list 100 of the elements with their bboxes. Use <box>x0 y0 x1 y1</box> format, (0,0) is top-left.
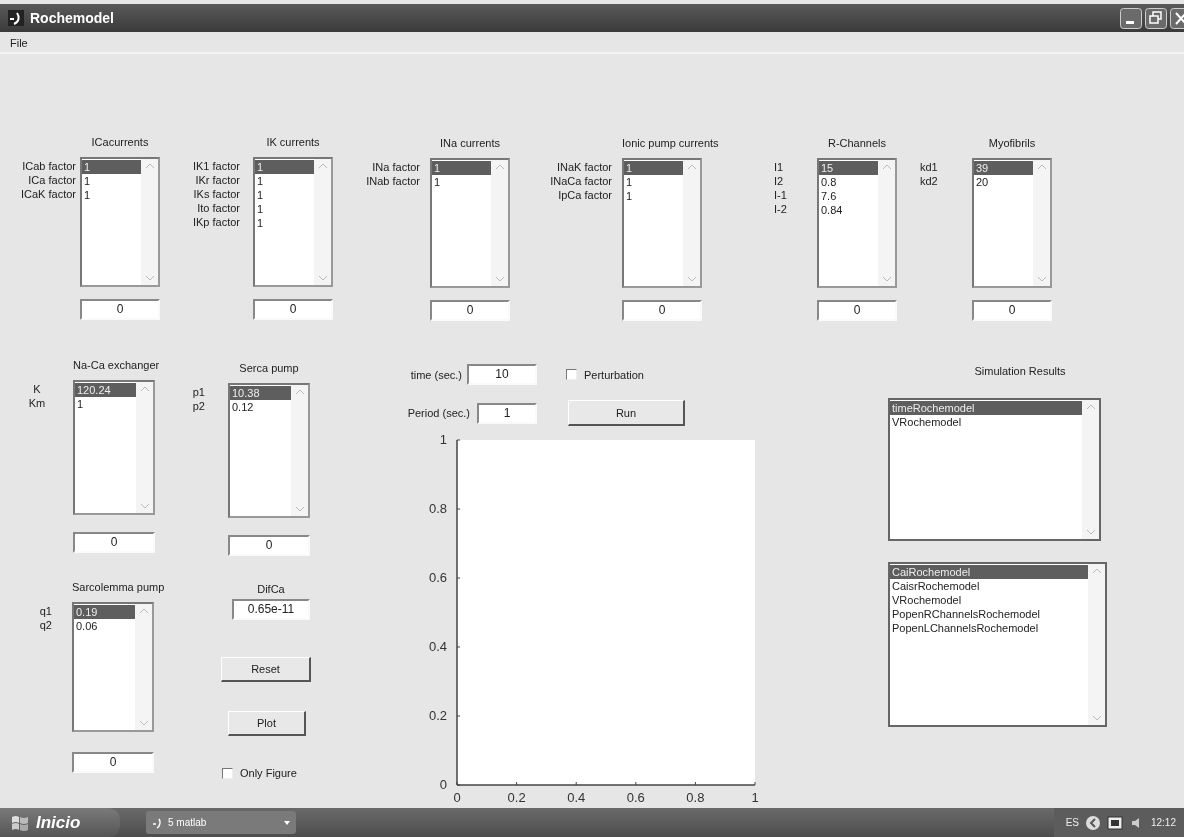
list-box[interactable]: 1 1 1 <box>80 157 160 287</box>
input-field[interactable]: 0 <box>80 299 160 320</box>
list-item[interactable]: 1 <box>624 175 683 189</box>
scrollbar[interactable] <box>1082 400 1099 539</box>
list-item[interactable]: 1 <box>255 174 314 188</box>
list-item[interactable]: 1 <box>82 174 141 188</box>
up-caret-icon[interactable] <box>686 164 697 170</box>
list-box[interactable]: 39 20 <box>972 158 1052 288</box>
reset-button[interactable]: Reset <box>221 657 311 682</box>
down-caret-icon[interactable] <box>1091 715 1102 721</box>
minimize-icon[interactable] <box>1120 7 1142 29</box>
list-item[interactable]: 1 <box>255 160 314 174</box>
up-caret-icon[interactable] <box>139 386 150 392</box>
up-caret-icon[interactable] <box>881 164 892 170</box>
input-field[interactable]: 0 <box>228 535 310 556</box>
list-item[interactable]: PopenLChannelsRochemodel <box>890 621 1088 635</box>
list-item[interactable]: 1 <box>432 161 491 175</box>
input-field[interactable]: 0.65e-11 <box>232 599 310 620</box>
list-item[interactable]: 0.19 <box>74 605 135 619</box>
down-caret-icon[interactable] <box>294 506 305 512</box>
list-item[interactable]: 1 <box>255 216 314 230</box>
list-item[interactable]: timeRochemodel <box>890 401 1082 415</box>
list-item[interactable]: 39 <box>974 161 1033 175</box>
up-caret-icon[interactable] <box>144 163 155 169</box>
input-field[interactable]: 10 <box>467 364 537 385</box>
scrollbar[interactable] <box>136 382 153 513</box>
down-caret-icon[interactable] <box>1085 529 1096 535</box>
down-caret-icon[interactable] <box>138 720 149 726</box>
scrollbar[interactable] <box>878 160 895 286</box>
down-caret-icon[interactable] <box>139 503 150 509</box>
scrollbar[interactable] <box>683 160 700 286</box>
scrollbar[interactable] <box>291 385 308 516</box>
up-caret-icon[interactable] <box>294 389 305 395</box>
input-field[interactable]: 0 <box>430 300 510 321</box>
scrollbar[interactable] <box>135 604 152 730</box>
down-caret-icon[interactable] <box>317 275 328 281</box>
list-item[interactable]: 7.6 <box>819 189 878 203</box>
list-box[interactable]: CaiRochemodel CaisrRochemodel VRochemodel PopenRChannelsRochemodel PopenLChannelsRochemodel <box>888 562 1107 727</box>
parameter-label: IKp factor <box>192 215 240 229</box>
input-field[interactable]: 0 <box>972 300 1052 321</box>
list-box[interactable]: 1 1 1 <box>622 158 702 288</box>
input-field[interactable]: 0 <box>253 299 333 320</box>
list-box[interactable]: 10.38 0.12 <box>228 383 310 518</box>
list-item[interactable]: PopenRChannelsRochemodel <box>890 607 1088 621</box>
scrollbar[interactable] <box>491 160 508 286</box>
input-field[interactable]: 0 <box>817 300 897 321</box>
list-item[interactable]: 1 <box>624 189 683 203</box>
up-caret-icon[interactable] <box>1091 568 1102 574</box>
up-caret-icon[interactable] <box>138 608 149 614</box>
restore-icon[interactable] <box>1145 7 1167 29</box>
list-box[interactable]: 0.19 0.06 <box>72 602 154 732</box>
scrollbar[interactable] <box>1088 564 1105 725</box>
list-box[interactable]: timeRochemodel VRochemodel <box>888 398 1101 541</box>
input-field[interactable]: 0 <box>72 752 154 773</box>
list-item[interactable]: 120.24 <box>75 383 136 397</box>
list-item[interactable]: 0.84 <box>819 203 878 217</box>
scrollbar[interactable] <box>1033 160 1050 286</box>
list-item[interactable]: 1 <box>75 397 136 411</box>
list-item[interactable]: 0.8 <box>819 175 878 189</box>
input-field[interactable]: 0 <box>73 532 155 553</box>
list-item[interactable]: 1 <box>624 161 683 175</box>
list-item[interactable]: 15 <box>819 161 878 175</box>
run-button[interactable]: Run <box>568 400 685 426</box>
plot-button[interactable]: Plot <box>228 711 306 736</box>
up-caret-icon[interactable] <box>317 163 328 169</box>
list-item[interactable]: CaisrRochemodel <box>890 579 1088 593</box>
list-box[interactable]: 1 1 <box>430 158 510 288</box>
language-indicator[interactable]: ES <box>1065 817 1079 828</box>
list-item[interactable]: 1 <box>255 188 314 202</box>
list-item[interactable]: 0.12 <box>230 400 291 414</box>
list-item[interactable]: 20 <box>974 175 1033 189</box>
down-caret-icon[interactable] <box>881 276 892 282</box>
list-box[interactable]: 15 0.8 7.6 0.84 <box>817 158 897 288</box>
taskbar-button[interactable]: 5 matlab <box>146 811 296 834</box>
list-item[interactable]: CaiRochemodel <box>890 565 1088 579</box>
list-item[interactable]: VRochemodel <box>890 593 1088 607</box>
list-box[interactable]: 120.24 1 <box>73 380 155 515</box>
list-box[interactable]: 1 1 1 1 1 <box>253 157 333 287</box>
list-item[interactable]: 1 <box>82 188 141 202</box>
list-item[interactable]: 1 <box>255 202 314 216</box>
checkbox[interactable] <box>222 767 233 779</box>
input-field[interactable]: 0 <box>622 300 702 321</box>
down-caret-icon[interactable] <box>144 275 155 281</box>
list-item[interactable]: 1 <box>82 160 141 174</box>
down-caret-icon[interactable] <box>686 276 697 282</box>
checkbox[interactable] <box>566 369 577 380</box>
start-button[interactable]: Inicio <box>0 808 120 837</box>
scrollbar[interactable] <box>141 159 158 285</box>
input-field[interactable]: 1 <box>477 402 537 424</box>
up-caret-icon[interactable] <box>1085 404 1096 410</box>
down-caret-icon[interactable] <box>494 276 505 282</box>
down-caret-icon[interactable] <box>1036 276 1047 282</box>
list-item[interactable]: 1 <box>432 175 491 189</box>
menu-item[interactable]: File <box>10 37 28 49</box>
scrollbar[interactable] <box>314 159 331 285</box>
list-item[interactable]: VRochemodel <box>890 415 1082 429</box>
up-caret-icon[interactable] <box>494 164 505 170</box>
list-item[interactable]: 10.38 <box>230 386 291 400</box>
list-item[interactable]: 0.06 <box>74 619 135 633</box>
up-caret-icon[interactable] <box>1036 164 1047 170</box>
